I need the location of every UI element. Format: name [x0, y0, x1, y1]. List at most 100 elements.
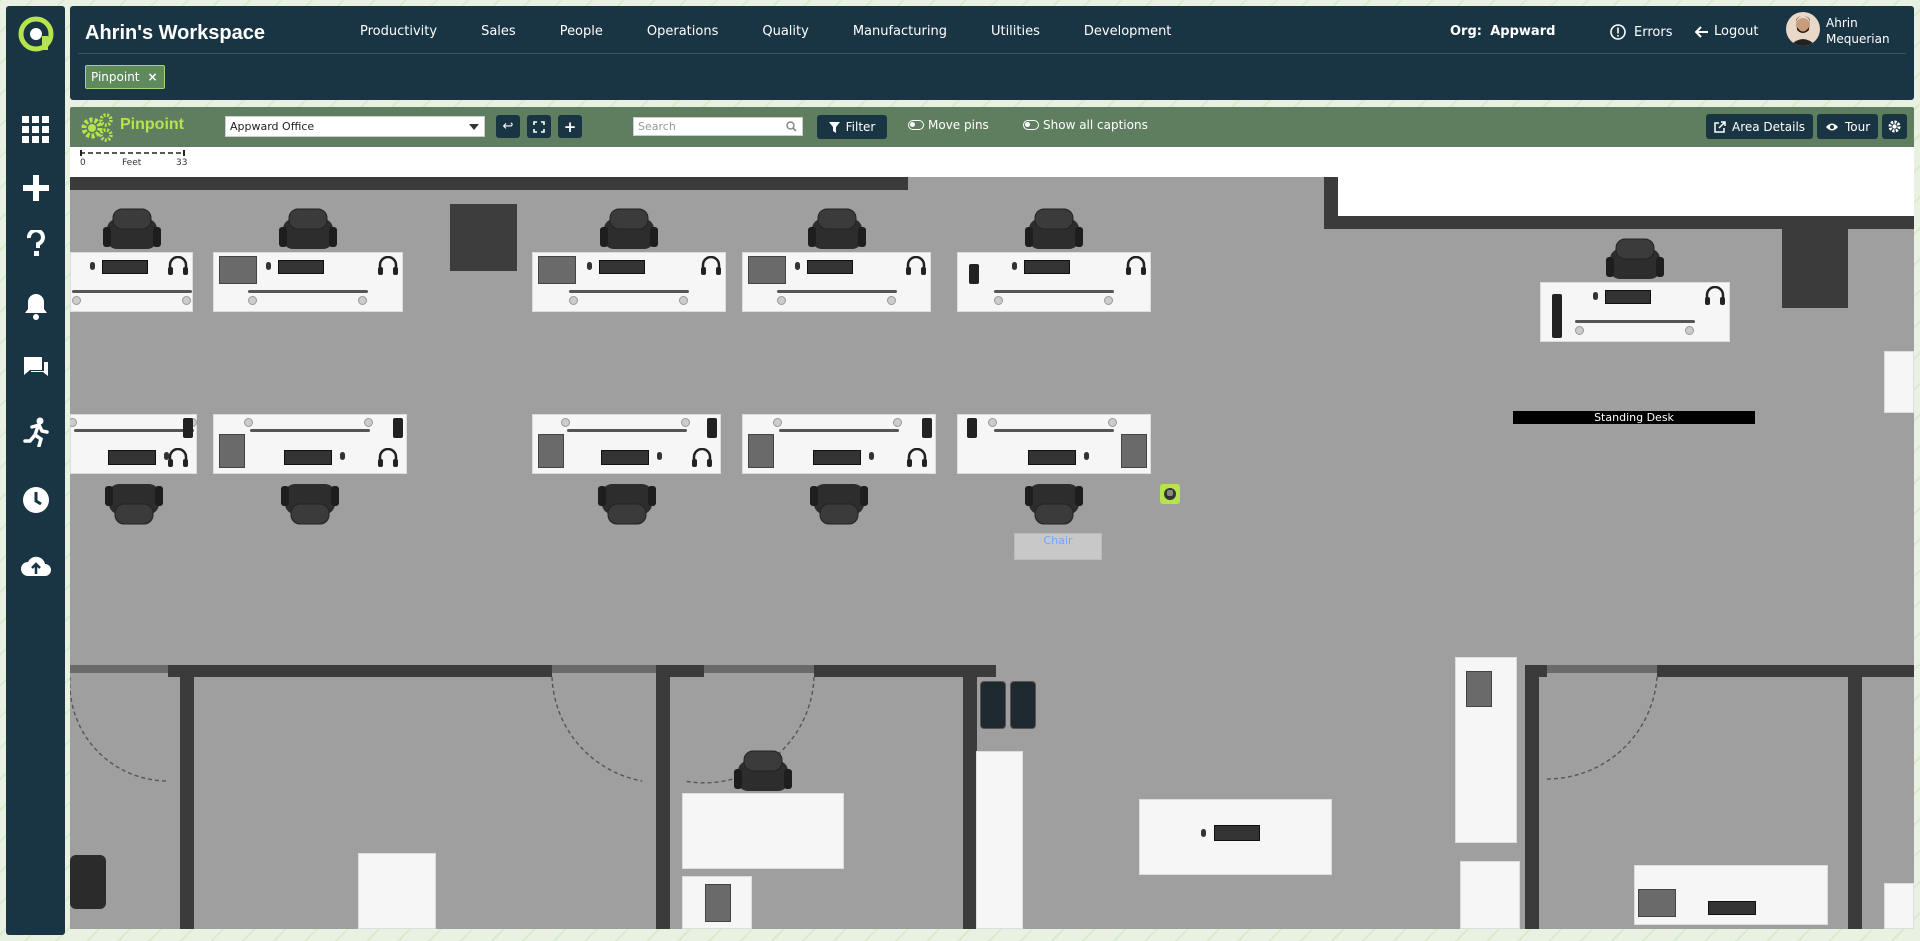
mouse[interactable]	[869, 452, 874, 460]
pc-tower[interactable]	[969, 264, 979, 284]
keyboard[interactable]	[1028, 450, 1076, 465]
mouse[interactable]	[587, 262, 592, 270]
clock-icon[interactable]	[20, 484, 52, 516]
chair[interactable]	[596, 472, 658, 528]
headphones-icon[interactable]	[377, 447, 399, 468]
laptop[interactable]	[748, 434, 774, 468]
mouse[interactable]	[1593, 292, 1598, 300]
mouse[interactable]	[1012, 262, 1017, 270]
keyboard[interactable]	[278, 260, 324, 274]
laptop[interactable]	[1466, 671, 1492, 707]
nav-productivity[interactable]: Productivity	[360, 24, 437, 39]
cup[interactable]	[773, 418, 782, 427]
user-avatar[interactable]	[1786, 12, 1820, 46]
settings-button[interactable]	[1882, 114, 1907, 139]
laptop[interactable]	[1638, 889, 1676, 917]
keyboard[interactable]	[1214, 825, 1260, 841]
nav-sales[interactable]: Sales	[481, 24, 516, 39]
mouse[interactable]	[1201, 829, 1206, 837]
monitor-stand[interactable]	[994, 429, 1114, 432]
monitor-stand[interactable]	[71, 290, 192, 293]
show-captions-toggle[interactable]: Show all captions	[1023, 118, 1148, 132]
cup[interactable]	[1108, 418, 1117, 427]
keyboard[interactable]	[284, 450, 332, 465]
nav-operations[interactable]: Operations	[647, 24, 718, 39]
desk[interactable]	[1884, 351, 1914, 413]
monitor-stand[interactable]	[248, 290, 368, 293]
headphones-icon[interactable]	[691, 447, 713, 468]
headphones-icon[interactable]	[377, 255, 399, 276]
nav-development[interactable]: Development	[1084, 24, 1172, 39]
cup[interactable]	[358, 296, 367, 305]
chair[interactable]	[808, 472, 870, 528]
keyboard[interactable]	[1708, 901, 1756, 915]
logout-link[interactable]: Logout	[1695, 24, 1759, 39]
mouse[interactable]	[1084, 452, 1089, 460]
monitor-stand[interactable]	[250, 429, 370, 432]
headphones-icon[interactable]	[167, 255, 189, 276]
keyboard[interactable]	[806, 260, 853, 274]
notifications-bell-icon[interactable]	[20, 290, 52, 322]
filter-button[interactable]: Filter	[817, 115, 887, 139]
cup[interactable]	[1685, 326, 1694, 335]
standing-desk-label[interactable]: Standing Desk	[1513, 411, 1755, 424]
floor-map[interactable]: Standing Desk Chair	[70, 177, 1914, 929]
area-details-button[interactable]: Area Details	[1706, 114, 1814, 139]
errors-link[interactable]: Errors	[1610, 24, 1672, 40]
tour-button[interactable]: Tour	[1817, 114, 1879, 139]
chair[interactable]	[103, 472, 165, 528]
cup[interactable]	[71, 296, 81, 305]
mouse[interactable]	[794, 262, 800, 270]
nav-quality[interactable]: Quality	[762, 24, 808, 39]
pc-tower[interactable]	[922, 418, 932, 438]
keyboard[interactable]	[599, 260, 645, 274]
chair-pin[interactable]	[1160, 484, 1180, 504]
mouse[interactable]	[163, 452, 169, 460]
chair[interactable]	[279, 472, 341, 528]
monitor-stand[interactable]	[73, 429, 194, 432]
cup[interactable]	[569, 296, 578, 305]
cabinet[interactable]	[1460, 861, 1520, 929]
laptop[interactable]	[538, 434, 564, 468]
cup[interactable]	[248, 296, 257, 305]
keyboard[interactable]	[1024, 260, 1070, 274]
keyboard[interactable]	[813, 450, 861, 465]
cup[interactable]	[181, 296, 191, 305]
move-pins-toggle[interactable]: Move pins	[908, 118, 989, 132]
cup[interactable]	[1575, 326, 1584, 335]
monitor-stand[interactable]	[569, 290, 689, 293]
laptop[interactable]	[748, 256, 786, 284]
chair[interactable]	[1023, 472, 1085, 528]
fullscreen-button[interactable]	[527, 115, 551, 138]
meeting-table[interactable]	[682, 793, 844, 869]
mouse[interactable]	[656, 452, 662, 460]
headphones-icon[interactable]	[700, 255, 722, 276]
headphones-icon[interactable]	[905, 255, 927, 276]
activity-runner-icon[interactable]	[20, 416, 52, 448]
office-select[interactable]: Appward Office	[225, 116, 485, 137]
headphones-icon[interactable]	[1704, 285, 1726, 306]
monitor-stand[interactable]	[566, 429, 687, 432]
headphones-icon[interactable]	[167, 447, 189, 468]
nav-utilities[interactable]: Utilities	[991, 24, 1040, 39]
user-name[interactable]: Ahrin Mequerian	[1826, 15, 1890, 47]
nav-manufacturing[interactable]: Manufacturing	[853, 24, 947, 39]
pc-tower[interactable]	[707, 418, 717, 438]
cup[interactable]	[560, 418, 570, 427]
keyboard[interactable]	[1605, 290, 1651, 304]
keyboard[interactable]	[600, 450, 649, 465]
laptop[interactable]	[219, 256, 257, 284]
pc-tower[interactable]	[183, 418, 193, 438]
cup[interactable]	[886, 296, 896, 305]
laptop[interactable]	[219, 434, 245, 468]
cup[interactable]	[679, 296, 688, 305]
cup[interactable]	[776, 296, 786, 305]
mouse[interactable]	[340, 452, 345, 460]
pc-tower[interactable]	[967, 418, 977, 438]
monitor-stand[interactable]	[779, 429, 899, 432]
chair-caption[interactable]: Chair	[1014, 533, 1102, 560]
headphones-icon[interactable]	[1125, 255, 1147, 276]
cup[interactable]	[70, 418, 77, 427]
desk[interactable]	[1884, 883, 1914, 929]
cloud-upload-icon[interactable]	[20, 550, 52, 582]
